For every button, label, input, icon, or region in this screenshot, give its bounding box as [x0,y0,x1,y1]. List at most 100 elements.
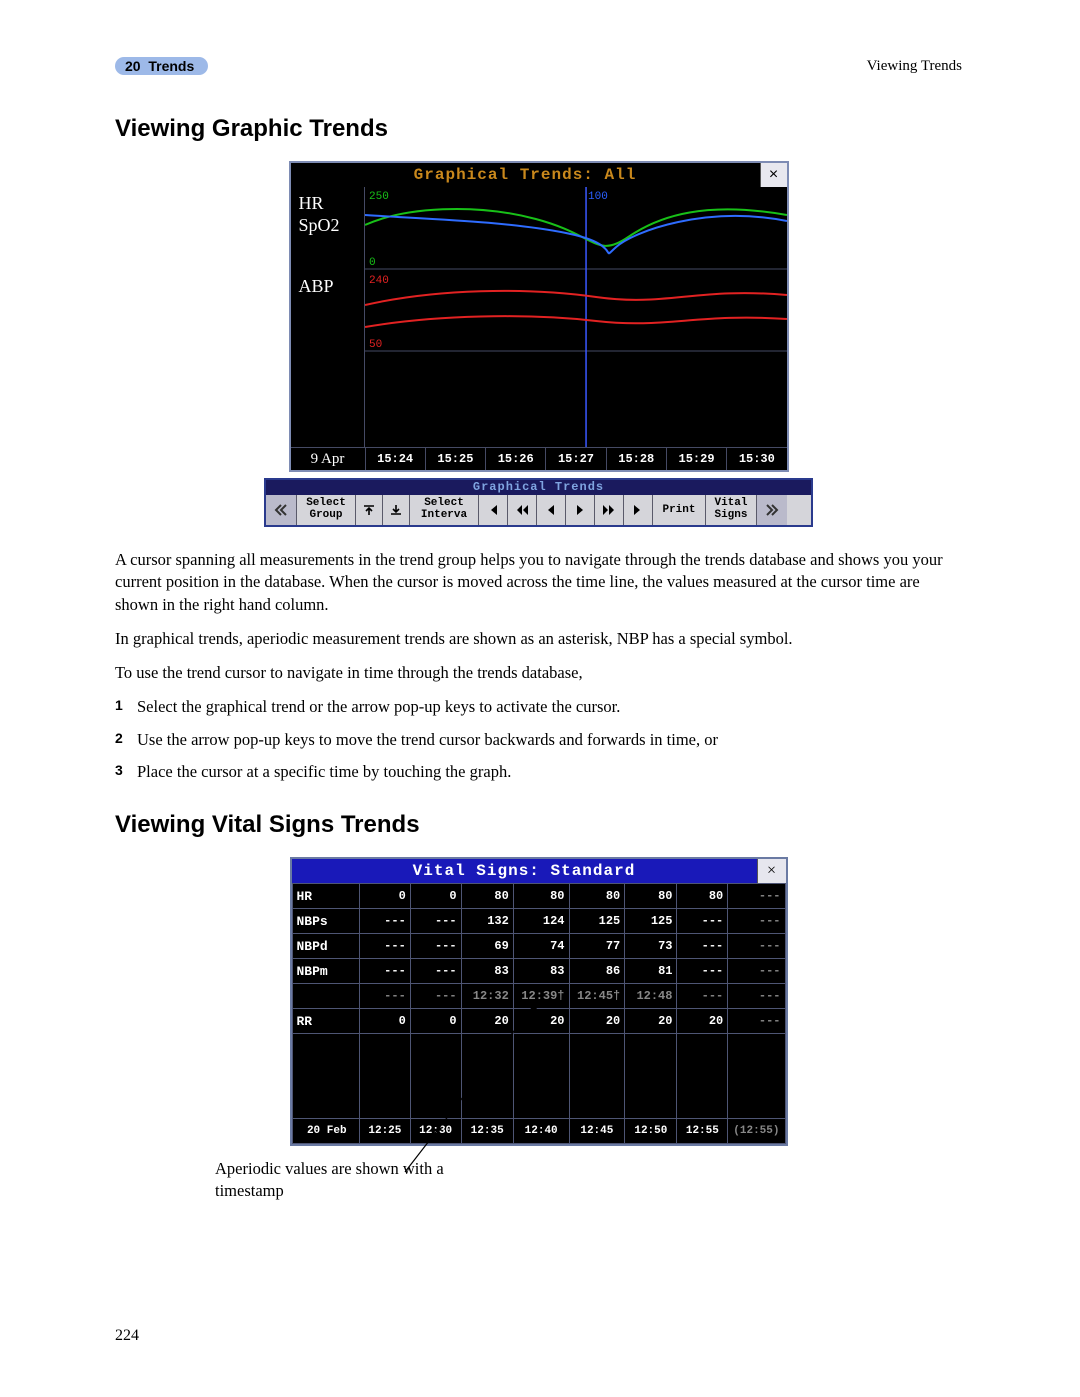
select-interval-button[interactable]: SelectInterva [410,495,479,525]
forward-button[interactable] [566,495,595,525]
table-row: HR008080808080--- [292,884,785,909]
print-button[interactable]: Print [653,495,706,525]
spacer-row [292,1034,785,1119]
cell: 12:45† [569,984,625,1009]
time-cell: 12:25 [360,1119,411,1144]
cell: --- [360,909,411,934]
cell: 83 [461,959,513,984]
scale-top-max: 250 [369,191,389,203]
annotation-text: Aperiodic values are shown with a timest… [215,1158,475,1201]
cell: 74 [513,934,569,959]
cell: --- [410,984,461,1009]
time-cell: (12:55) [728,1119,785,1144]
first-button[interactable] [479,495,508,525]
scroll-up-button[interactable] [356,495,383,525]
chapter-title: Trends [148,58,194,74]
body-text: A cursor spanning all measurements in th… [115,549,962,783]
row-label: NBPd [292,934,360,959]
arrow-down-bar-icon [389,503,403,517]
steps-list: 1Select the graphical trend or the arrow… [115,696,962,783]
scale-top-min: 0 [369,257,376,269]
graphical-trends-window: Graphical Trends: All × HR SpO2 ABP 250 … [289,161,789,472]
time-cell: 12:50 [625,1119,677,1144]
step-item: 1Select the graphical trend or the arrow… [115,696,962,718]
fast-forward-button[interactable] [595,495,624,525]
time-cell: 12:30 [410,1119,461,1144]
cell: 80 [625,884,677,909]
time-cell: 15:26 [486,448,546,470]
label-abp: ABP [299,276,364,298]
page-header: 20 Trends Viewing Trends [115,55,962,77]
skip-first-icon [486,503,500,517]
scroll-left-button[interactable] [266,495,297,525]
chapter-number: 20 [125,58,141,74]
paragraph: To use the trend cursor to navigate in t… [115,662,962,684]
cell: --- [410,909,461,934]
annotation: Aperiodic values are shown with a timest… [115,1154,962,1206]
close-button[interactable]: × [760,163,787,187]
time-cell: 15:28 [607,448,667,470]
scale-top-mid: 100 [588,191,608,203]
trends-toolbar-wrap: Graphical Trends SelectGroup SelectInter… [264,478,813,527]
fast-back-button[interactable] [508,495,537,525]
cell: 20 [513,1009,569,1034]
scroll-right-button[interactable] [757,495,787,525]
cell: 125 [625,909,677,934]
chapter-pill: 20 Trends [115,57,208,75]
paragraph: A cursor spanning all measurements in th… [115,549,962,616]
page-number: 224 [115,1327,139,1345]
window-title: Vital Signs: Standard [292,859,757,883]
cell: --- [677,959,728,984]
cell: --- [728,959,785,984]
row-label: NBPs [292,909,360,934]
close-icon: × [769,166,778,184]
cell: 12:39† [513,984,569,1009]
trend-plot[interactable]: 250 100 0 240 50 [365,187,787,447]
time-cell: 15:30 [727,448,786,470]
cell: 20 [625,1009,677,1034]
table-row: NBPs------132124125125------ [292,909,785,934]
label-spo2: SpO2 [299,215,364,237]
row-label: HR [292,884,360,909]
cell: 81 [625,959,677,984]
vital-signs-window: Vital Signs: Standard × HR008080808080--… [290,857,788,1146]
step-item: 2Use the arrow pop-up keys to move the t… [115,729,962,751]
cell: 73 [625,934,677,959]
cell: --- [410,959,461,984]
scroll-down-button[interactable] [383,495,410,525]
trend-svg: 250 100 0 240 50 [365,187,787,447]
cell: 125 [569,909,625,934]
last-button[interactable] [624,495,653,525]
trend-label-column: HR SpO2 ABP [291,187,365,447]
step-text: Use the arrow pop-up keys to move the tr… [137,729,718,751]
window-title: Graphical Trends: All [291,166,760,184]
vital-signs-table: HR008080808080---NBPs------132124125125-… [292,883,786,1144]
select-group-button[interactable]: SelectGroup [297,495,356,525]
table-row: ------12:3212:39†12:45†12:48------ [292,984,785,1009]
time-axis-date: 9 Apr [291,448,366,470]
vital-signs-button[interactable]: VitalSigns [706,495,757,525]
back-button[interactable] [537,495,566,525]
row-label [292,984,360,1009]
label-hr: HR [299,193,364,215]
section-heading: Viewing Graphic Trends [115,115,962,143]
cell: --- [360,934,411,959]
skip-last-icon [631,503,645,517]
time-axis: 9 Apr 15:24 15:25 15:26 15:27 15:28 15:2… [291,447,787,470]
cell: --- [728,984,785,1009]
fast-back-icon [515,503,529,517]
cell: 0 [410,884,461,909]
triangle-right-icon [573,503,587,517]
document-page: 20 Trends Viewing Trends Viewing Graphic… [0,0,1080,1397]
cell: --- [728,884,785,909]
cell: 80 [677,884,728,909]
cell: 124 [513,909,569,934]
arrow-up-bar-icon [362,503,376,517]
time-cell: 12:35 [461,1119,513,1144]
cell: 86 [569,959,625,984]
cell: 132 [461,909,513,934]
cell: 83 [513,959,569,984]
close-button[interactable]: × [757,859,786,883]
time-cell: 15:27 [546,448,606,470]
cell: 20 [677,1009,728,1034]
